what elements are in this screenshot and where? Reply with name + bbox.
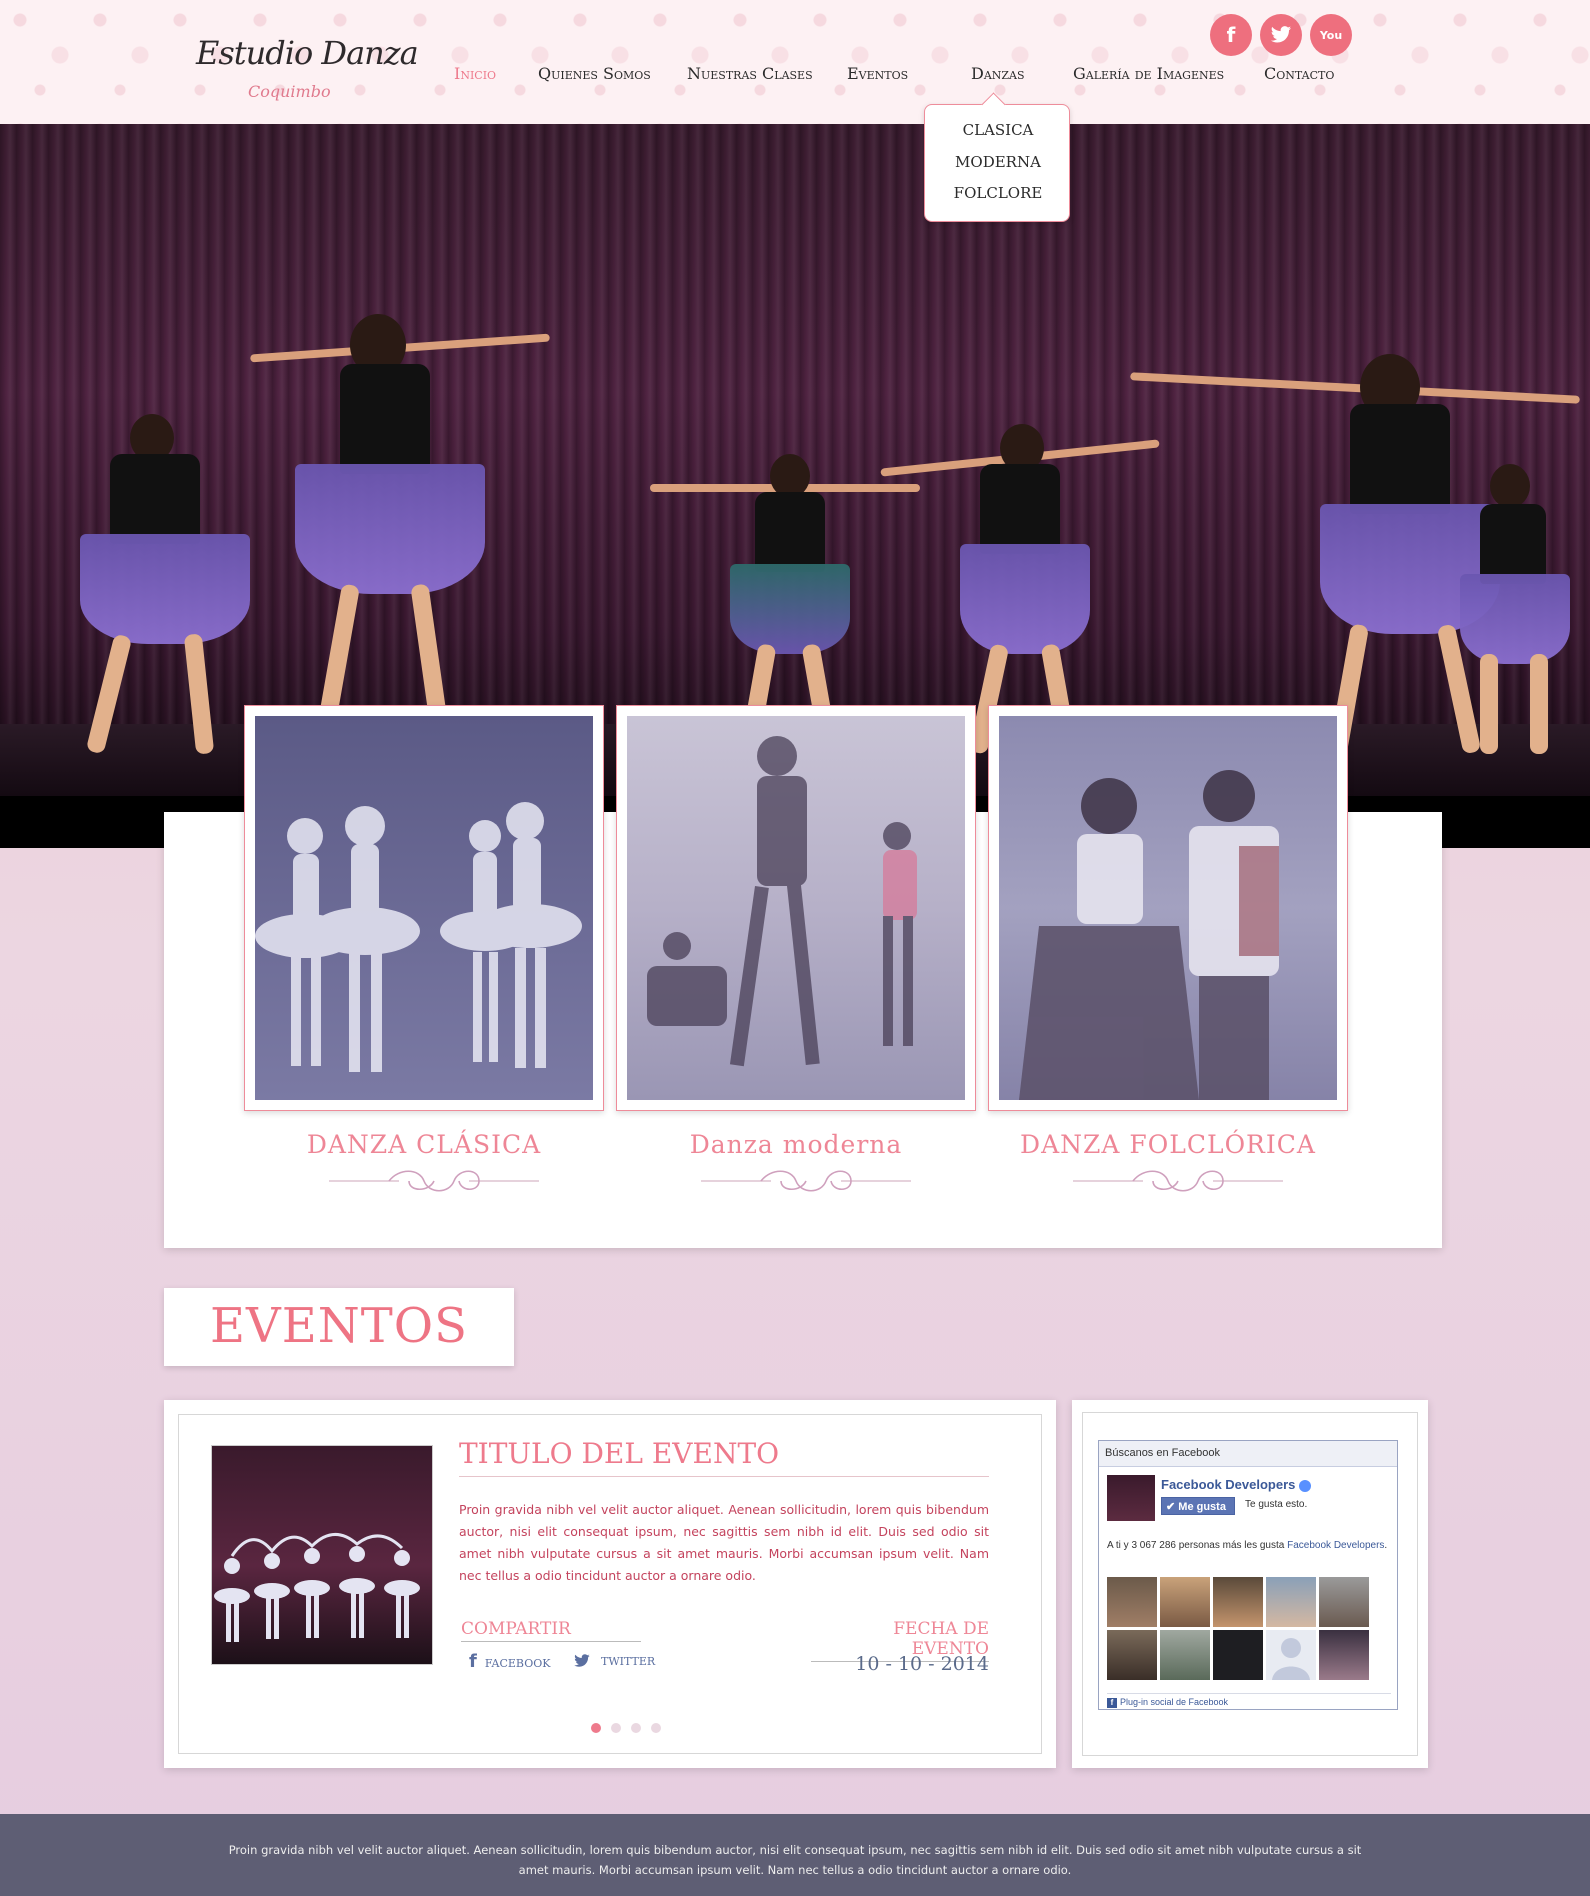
facebook-page-name-link[interactable]: Facebook Developers bbox=[1161, 1477, 1312, 1492]
facebook-like-box: Búscanos en Facebook Facebook Developers… bbox=[1098, 1440, 1398, 1710]
hero-dancer-far-right bbox=[1430, 454, 1590, 754]
card-danza-clasica[interactable] bbox=[244, 705, 604, 1111]
facebook-small-icon: f bbox=[1107, 1697, 1117, 1708]
facebook-fan-avatar[interactable] bbox=[1319, 1577, 1369, 1627]
twitter-icon bbox=[574, 1654, 590, 1667]
flourish-divider bbox=[329, 1170, 539, 1192]
nav-item-contacto[interactable]: Contacto bbox=[1264, 64, 1334, 83]
card-title-folclorica[interactable]: DANZA FOLCLÓRICA bbox=[988, 1130, 1348, 1159]
eventos-heading: EVENTOS bbox=[210, 1298, 468, 1354]
event-slide: TITULO DEL EVENTO Proin gravida nibh vel… bbox=[178, 1414, 1042, 1754]
facebook-fan-avatar[interactable] bbox=[1107, 1630, 1157, 1680]
facebook-fan-avatar[interactable] bbox=[1160, 1630, 1210, 1680]
dropdown-item-folclore[interactable]: FOLCLORE bbox=[925, 184, 1071, 202]
event-title[interactable]: TITULO DEL EVENTO bbox=[459, 1437, 989, 1477]
facebook-fan-avatar[interactable] bbox=[1160, 1577, 1210, 1627]
plugin-footer-label: Plug-in social de Facebook bbox=[1120, 1697, 1229, 1707]
flourish-divider bbox=[1073, 1170, 1283, 1192]
silhouette-icon bbox=[1272, 1638, 1310, 1680]
facebook-fan-avatar[interactable] bbox=[1319, 1630, 1369, 1680]
event-ballet-stage-illustration bbox=[214, 1533, 420, 1642]
facebook-like-count: A ti y 3 067 286 personas más les gusta … bbox=[1107, 1540, 1388, 1551]
dropdown-item-moderna[interactable]: MODERNA bbox=[925, 153, 1071, 171]
like-count-page-link[interactable]: Facebook Developers bbox=[1287, 1540, 1384, 1551]
card-image-clasica bbox=[255, 716, 593, 1100]
share-label: COMPARTIR bbox=[461, 1619, 641, 1642]
card-danza-folclorica[interactable] bbox=[988, 705, 1348, 1111]
share-twitter-link[interactable]: twitter bbox=[573, 1651, 655, 1669]
nav-item-galeria[interactable]: Galería de Imagenes bbox=[1073, 64, 1224, 83]
slider-dot-1[interactable] bbox=[591, 1723, 601, 1733]
card-image-folclorica bbox=[999, 716, 1337, 1100]
card-title-clasica[interactable]: DANZA CLÁSICA bbox=[244, 1130, 604, 1159]
footer-text: Proin gravida nibh vel velit auctor aliq… bbox=[228, 1843, 1362, 1877]
facebook-page-thumbnail[interactable] bbox=[1107, 1475, 1155, 1521]
ballet-children-illustration bbox=[255, 802, 582, 1072]
share-twitter-label: twitter bbox=[601, 1651, 656, 1669]
nav-item-nuestras-clases[interactable]: Nuestras Clases bbox=[687, 64, 813, 83]
facebook-box-header: Búscanos en Facebook bbox=[1099, 1441, 1397, 1467]
danzas-dropdown-menu: CLASICA MODERNA FOLCLORE bbox=[924, 104, 1070, 222]
verified-badge-icon bbox=[1299, 1479, 1312, 1492]
card-title-moderna[interactable]: Danza moderna bbox=[616, 1130, 976, 1159]
header: Estudio Danza Coquimbo f You Inicio Quie… bbox=[0, 0, 1590, 124]
twitter-social-icon[interactable] bbox=[1260, 14, 1302, 56]
event-image[interactable] bbox=[211, 1445, 433, 1665]
facebook-widget-panel: Búscanos en Facebook Facebook Developers… bbox=[1072, 1400, 1428, 1768]
like-button-label: Me gusta bbox=[1178, 1501, 1226, 1513]
event-date-value: 10 - 10 - 2014 bbox=[855, 1653, 989, 1675]
eventos-heading-tab: EVENTOS bbox=[164, 1288, 514, 1366]
main-nav: Inicio Quienes Somos Nuestras Clases Eve… bbox=[0, 64, 1590, 88]
nav-item-inicio[interactable]: Inicio bbox=[454, 64, 496, 83]
facebook-fan-avatar[interactable] bbox=[1213, 1630, 1263, 1680]
slider-dot-2[interactable] bbox=[611, 1723, 621, 1733]
card-danza-moderna[interactable] bbox=[616, 705, 976, 1111]
nav-item-quienes-somos[interactable]: Quienes Somos bbox=[538, 64, 651, 83]
facebook-fan-avatar[interactable] bbox=[1107, 1577, 1157, 1627]
facebook-fan-avatar[interactable] bbox=[1266, 1577, 1316, 1627]
share-facebook-link[interactable]: f facebook bbox=[469, 1651, 550, 1672]
facebook-page-name: Facebook Developers bbox=[1161, 1477, 1296, 1492]
facebook-social-icon[interactable]: f bbox=[1210, 14, 1252, 56]
flourish-divider bbox=[701, 1170, 911, 1192]
facebook-like-button[interactable]: ✔ Me gusta bbox=[1161, 1497, 1235, 1515]
facebook-fan-avatar[interactable] bbox=[1213, 1577, 1263, 1627]
dropdown-item-clasica[interactable]: CLASICA bbox=[925, 121, 1071, 139]
folk-dancers-illustration bbox=[1019, 770, 1279, 1100]
share-facebook-label: facebook bbox=[484, 1653, 551, 1671]
default-avatar-icon[interactable] bbox=[1266, 1630, 1316, 1680]
facebook-like-status: Te gusta esto. bbox=[1245, 1499, 1308, 1510]
twitter-bird-icon bbox=[1270, 26, 1292, 43]
youtube-social-icon[interactable]: You bbox=[1310, 14, 1352, 56]
facebook-plugin-footer[interactable]: f Plug-in social de Facebook bbox=[1107, 1693, 1391, 1708]
modern-dancers-illustration bbox=[647, 736, 917, 1067]
event-description: Proin gravida nibh vel velit auctor aliq… bbox=[459, 1502, 989, 1583]
slider-dot-3[interactable] bbox=[631, 1723, 641, 1733]
card-image-moderna bbox=[627, 716, 965, 1100]
nav-item-danzas[interactable]: Danzas bbox=[971, 64, 1025, 83]
nav-item-eventos[interactable]: Eventos bbox=[847, 64, 908, 83]
slider-dot-4[interactable] bbox=[651, 1723, 661, 1733]
facebook-icon: f bbox=[469, 1651, 477, 1672]
event-panel: TITULO DEL EVENTO Proin gravida nibh vel… bbox=[164, 1400, 1056, 1768]
footer: Proin gravida nibh vel velit auctor aliq… bbox=[0, 1814, 1590, 1896]
like-count-text: A ti y 3 067 286 personas más les gusta bbox=[1107, 1540, 1285, 1551]
